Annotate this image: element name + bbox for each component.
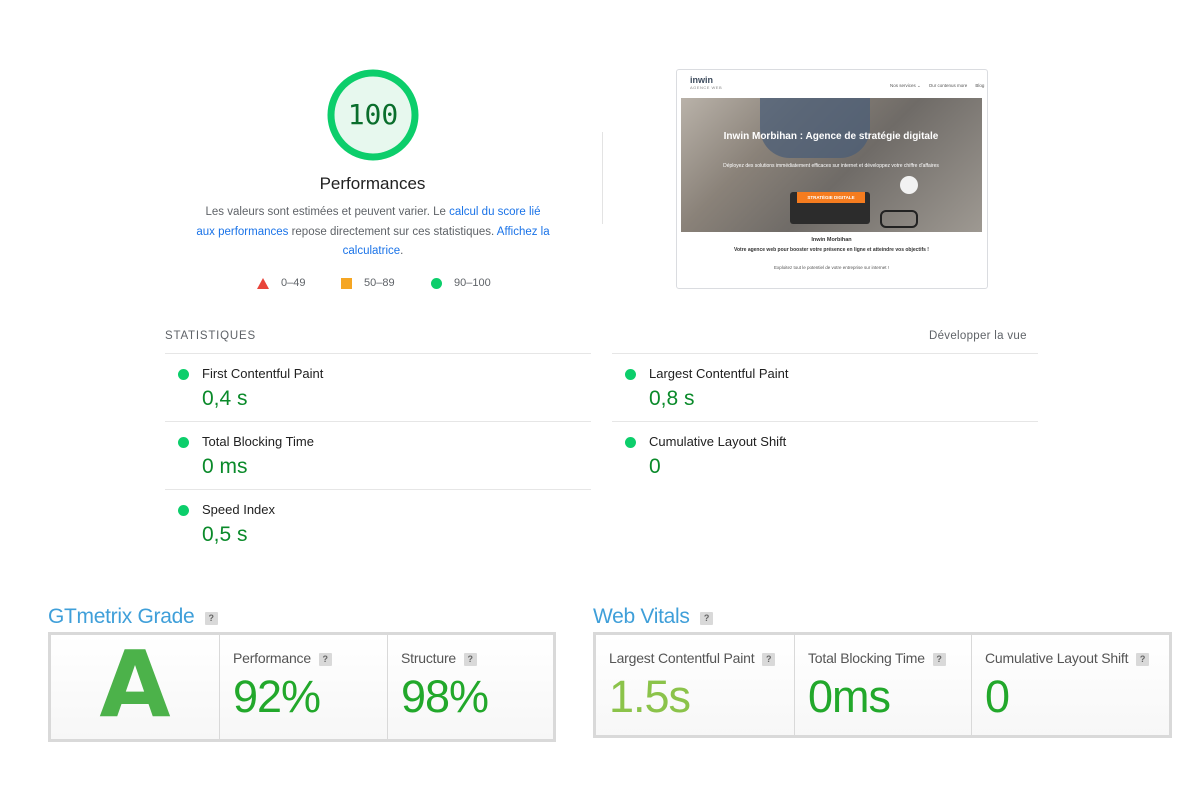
- site-logo: inwin AGENCE WEB: [690, 75, 722, 90]
- gtmetrix-grade-heading: GTmetrix Grade ?: [48, 605, 218, 629]
- performance-percentage: 92%: [233, 671, 321, 722]
- site-nav: Nos services ⌄ Our contenus more Blog: [890, 83, 984, 89]
- legend-fail: 0–49: [257, 277, 305, 289]
- metric-name: Largest Contentful Paint: [649, 366, 789, 381]
- metric-value: 0,8 s: [649, 387, 695, 410]
- hero-cup-shape: [900, 176, 918, 194]
- metric-cumulative-layout-shift: Cumulative Layout Shift 0: [612, 421, 1038, 489]
- web-vital-value: 0ms: [808, 671, 891, 722]
- vertical-divider: [602, 132, 603, 224]
- metric-value: 0,5 s: [202, 523, 248, 546]
- web-vital-label: Largest Contentful Paint ?: [609, 650, 776, 666]
- performance-score-value: 100: [347, 98, 399, 131]
- help-icon[interactable]: ?: [932, 652, 946, 666]
- green-circle-icon: [431, 277, 442, 289]
- pass-dot-icon: [178, 369, 189, 380]
- help-icon[interactable]: ?: [318, 652, 332, 666]
- help-icon[interactable]: ?: [700, 612, 714, 626]
- performance-title: Performances: [319, 174, 426, 193]
- web-vital-label-text: Cumulative Layout Shift: [985, 650, 1129, 666]
- help-icon[interactable]: ?: [1135, 652, 1149, 666]
- grade-letter: A: [99, 631, 171, 738]
- site-nav-item: Nos services ⌄: [890, 83, 921, 88]
- statistics-heading: STATISTIQUES: [165, 330, 256, 342]
- performance-cell: Performance ? 92%: [219, 635, 388, 739]
- performance-label: Performance ?: [233, 650, 332, 666]
- site-logo-text: inwin: [690, 75, 713, 85]
- web-vital-cls: Cumulative Layout Shift ? 0: [971, 635, 1169, 735]
- web-vital-value: 1.5s: [609, 671, 691, 722]
- web-vital-label-text: Largest Contentful Paint: [609, 650, 755, 666]
- site-hero-button: STRATÉGIE DIGITALE: [797, 192, 865, 203]
- legend-fail-range: 0–49: [281, 277, 306, 289]
- help-icon[interactable]: ?: [463, 652, 477, 666]
- pass-dot-icon: [625, 437, 636, 448]
- metric-total-blocking-time: Total Blocking Time 0 ms: [165, 421, 591, 489]
- pass-dot-icon: [625, 369, 636, 380]
- structure-percentage: 98%: [401, 671, 489, 722]
- metric-name: Cumulative Layout Shift: [649, 434, 787, 449]
- description-text-2: repose directement sur ces statistiques.: [288, 225, 497, 238]
- metric-name: Total Blocking Time: [202, 434, 314, 449]
- metric-value: 0: [649, 455, 661, 478]
- legend-pass-range: 90–100: [454, 277, 491, 289]
- legend-pass: 90–100: [431, 277, 491, 289]
- description-text-1: Les valeurs sont estimées et peuvent var…: [205, 206, 450, 218]
- help-icon[interactable]: ?: [762, 652, 776, 666]
- hero-person-shape: [760, 98, 870, 158]
- site-heading: Inwin Morbihan: [811, 237, 852, 243]
- metric-value: 0 ms: [202, 455, 248, 478]
- web-vitals-title: Web Vitals: [593, 605, 690, 628]
- help-icon[interactable]: ?: [204, 612, 218, 626]
- web-vital-label-text: Total Blocking Time: [808, 650, 925, 666]
- gtmetrix-grade-title: GTmetrix Grade: [48, 605, 195, 628]
- site-nav-item: Our contenus more: [928, 83, 968, 88]
- site-nav-item: Blog: [975, 83, 985, 88]
- metric-first-contentful-paint: First Contentful Paint 0,4 s: [165, 353, 591, 421]
- site-hero-title: Inwin Morbihan : Agence de stratégie dig…: [723, 131, 939, 142]
- web-vitals-panel: Largest Contentful Paint ? 1.5s Total Bl…: [593, 632, 1172, 738]
- pass-dot-icon: [178, 505, 189, 516]
- structure-label: Structure ?: [401, 650, 477, 666]
- metric-largest-contentful-paint: Largest Contentful Paint 0,8 s: [612, 353, 1038, 421]
- metric-speed-index: Speed Index 0,5 s: [165, 489, 591, 557]
- description-text-3: .: [400, 245, 404, 257]
- site-hero-subtitle: Déployez des solutions immédiatement eff…: [723, 163, 939, 169]
- hero-glasses-shape: [880, 210, 918, 228]
- legend-average: 50–89: [341, 277, 395, 289]
- site-tagline: Votre agence web pour booster votre prés…: [734, 247, 929, 253]
- performance-label-text: Performance: [233, 650, 311, 666]
- legend-average-range: 50–89: [364, 277, 395, 289]
- metric-value: 0,4 s: [202, 387, 248, 410]
- web-vital-label: Total Blocking Time ?: [808, 650, 946, 666]
- metric-name: First Contentful Paint: [202, 366, 324, 381]
- structure-cell: Structure ? 98%: [387, 635, 553, 739]
- gtmetrix-grade-panel: A Performance ? 92% Structure ? 98%: [48, 632, 556, 742]
- web-vitals-heading: Web Vitals ?: [593, 605, 714, 629]
- web-vital-lcp: Largest Contentful Paint ? 1.5s: [596, 635, 794, 735]
- site-logo-subtitle: AGENCE WEB: [690, 85, 723, 90]
- web-vital-value: 0: [985, 671, 1010, 722]
- metric-name: Speed Index: [202, 502, 276, 517]
- web-vital-tbt: Total Blocking Time ? 0ms: [794, 635, 972, 735]
- expand-view-toggle[interactable]: Développer la vue: [929, 330, 1027, 342]
- pass-dot-icon: [178, 437, 189, 448]
- red-triangle-icon: [257, 277, 269, 289]
- orange-square-icon: [341, 277, 352, 289]
- score-description: Les valeurs sont estimées et peuvent var…: [195, 203, 551, 262]
- web-vital-label: Cumulative Layout Shift ?: [985, 650, 1149, 666]
- structure-label-text: Structure: [401, 650, 456, 666]
- site-cta-text: Exploitez tout le potentiel de votre ent…: [773, 265, 890, 270]
